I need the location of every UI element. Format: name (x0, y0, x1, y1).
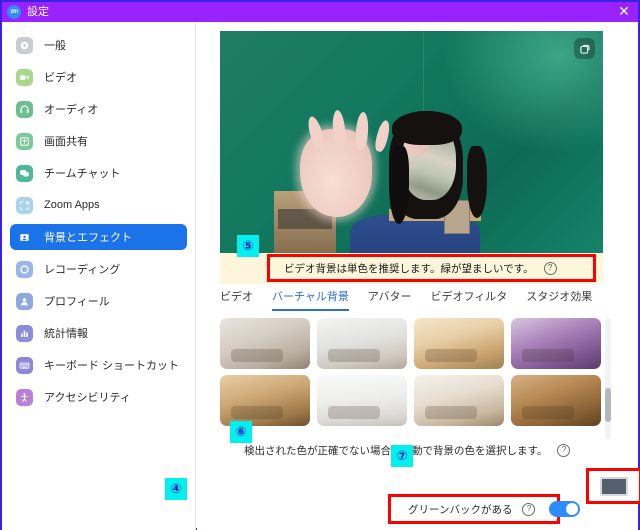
callout-badge-6: ⑥ (230, 421, 252, 443)
sidebar-item-4[interactable]: 画面共有 (10, 128, 187, 154)
sidebar-item-label: Zoom Apps (44, 199, 100, 211)
tab-2[interactable]: バーチャル背景 (272, 288, 349, 311)
color-swatch-highlight-box (586, 468, 640, 504)
zoom-logo: zm (7, 5, 21, 19)
sidebar-item-8[interactable]: レコーディング (10, 256, 187, 282)
green-screen-toggle[interactable] (549, 501, 581, 517)
background-thumbnail-7[interactable] (414, 375, 504, 426)
gear-icon (16, 36, 33, 54)
scrollbar-thumb[interactable] (605, 388, 611, 422)
background-thumbnail-2[interactable] (317, 318, 407, 369)
thumbnail-detail (230, 348, 283, 362)
stats-icon (16, 324, 33, 342)
help-icon[interactable]: ? (557, 444, 571, 457)
thumbnail-detail (230, 405, 283, 419)
green-screen-hint-banner: ビデオ背景は単色を推奨します。緑が望ましいです。 ? (220, 253, 603, 284)
keyboard-icon (16, 356, 33, 374)
help-icon[interactable]: ? (522, 502, 536, 516)
video-preview (220, 31, 603, 253)
main-panel: ビデオ背景は単色を推奨します。緑が望ましいです。 ? ビデオ バーチャル背景 アバタ… (197, 22, 640, 530)
sidebar-item-label: レコーディング (44, 264, 121, 276)
share-screen-icon (16, 132, 33, 150)
background-color-swatch[interactable] (600, 476, 628, 496)
apps-icon (16, 196, 33, 214)
close-icon[interactable]: ✕ (616, 4, 632, 20)
thumbnail-detail (424, 405, 477, 419)
callout-badge-7: ⑦ (391, 445, 413, 467)
tab-4[interactable]: ビデオフィルタ (430, 288, 507, 309)
background-grid-scrollbar[interactable] (605, 318, 611, 440)
chat-icon (16, 164, 33, 182)
sidebar-item-label: チームチャット (44, 168, 121, 180)
preview-hair-right (467, 146, 488, 219)
sidebar-item-label: 画面共有 (44, 136, 88, 148)
sidebar-item-2[interactable]: ビデオ (10, 64, 187, 90)
window-title: 設定 (27, 5, 49, 18)
sidebar-item-label: アクセシビリティ (44, 392, 131, 404)
sidebar-item-label: キーボード ショートカット (44, 360, 180, 372)
title-bar: zm 設定 ✕ (2, 2, 638, 22)
hint-highlight-box: ビデオ背景は単色を推奨します。緑が望ましいです。 ? (267, 254, 596, 282)
sidebar-item-label: 一般 (44, 40, 66, 52)
sidebar: 一般ビデオオーディオ画面共有チームチャット Zoom Apps 背景とエフェクト レコ… (2, 22, 196, 530)
background-thumbnail-6[interactable] (317, 375, 407, 426)
sidebar-item-label: オーディオ (44, 104, 99, 116)
virtual-background-grid (220, 318, 615, 440)
sidebar-item-3[interactable]: オーディオ (10, 96, 187, 122)
preview-person (220, 31, 603, 253)
callout-badge-5: ⑤ (237, 235, 259, 257)
preview-fringe (392, 110, 463, 145)
profile-icon (16, 292, 33, 310)
accessibility-icon (16, 388, 33, 406)
preview-hair-left (388, 146, 409, 225)
sidebar-item-9[interactable]: プロフィール (10, 288, 187, 314)
background-thumbnail-8[interactable] (511, 375, 601, 426)
settings-window: zm 設定 ✕ 一般 ビデオ オーディオ 画面共有 チームチャット Zoom Apps 背景… (0, 0, 640, 530)
help-icon[interactable]: ? (543, 261, 557, 275)
green-screen-toggle-label: グリーンバックがある (408, 503, 513, 516)
sidebar-item-1[interactable]: 一般 (10, 32, 187, 58)
sidebar-item-10[interactable]: 統計情報 (10, 320, 187, 346)
thumbnail-detail (521, 348, 574, 362)
sidebar-item-5[interactable]: チームチャット (10, 160, 187, 186)
thumbnail-detail (424, 348, 477, 362)
headphones-icon (16, 100, 33, 118)
sidebar-item-label: プロフィール (44, 296, 110, 308)
sidebar-item-6[interactable]: Zoom Apps (10, 192, 187, 218)
zoom-logo-text: zm (10, 9, 18, 15)
background-icon (16, 229, 33, 246)
sidebar-item-label: 統計情報 (44, 328, 88, 340)
sidebar-item-label: ビデオ (44, 72, 77, 84)
effects-tab-bar: ビデオ バーチャル背景 アバター ビデオフィルタ スタジオ効果 (220, 288, 615, 314)
tab-3[interactable]: アバター (368, 288, 412, 309)
background-thumbnail-4[interactable] (511, 318, 601, 369)
tab-1[interactable]: ビデオ (220, 288, 253, 309)
tab-5[interactable]: スタジオ効果 (526, 288, 592, 309)
sidebar-item-7[interactable]: 背景とエフェクト (10, 224, 187, 250)
thumbnail-detail (327, 348, 380, 362)
sidebar-item-11[interactable]: キーボード ショートカット (10, 352, 187, 378)
sidebar-item-12[interactable]: アクセシビリティ (10, 384, 187, 410)
background-thumbnail-3[interactable] (414, 318, 504, 369)
callout-badge-4: ④ (165, 478, 187, 500)
background-thumbnail-5[interactable] (220, 375, 310, 426)
camera-flip-icon[interactable] (574, 38, 595, 59)
camera-icon (16, 68, 33, 86)
thumbnail-detail (521, 405, 574, 419)
background-thumbnail-1[interactable] (220, 318, 310, 369)
thumbnail-detail (327, 405, 380, 419)
green-screen-toggle-highlight-box: グリーンバックがある ? (388, 494, 581, 524)
record-icon (16, 260, 33, 278)
sidebar-item-label: 背景とエフェクト (44, 232, 132, 244)
hint-text: ビデオ背景は単色を推奨します。緑が望ましいです。 (284, 262, 534, 275)
